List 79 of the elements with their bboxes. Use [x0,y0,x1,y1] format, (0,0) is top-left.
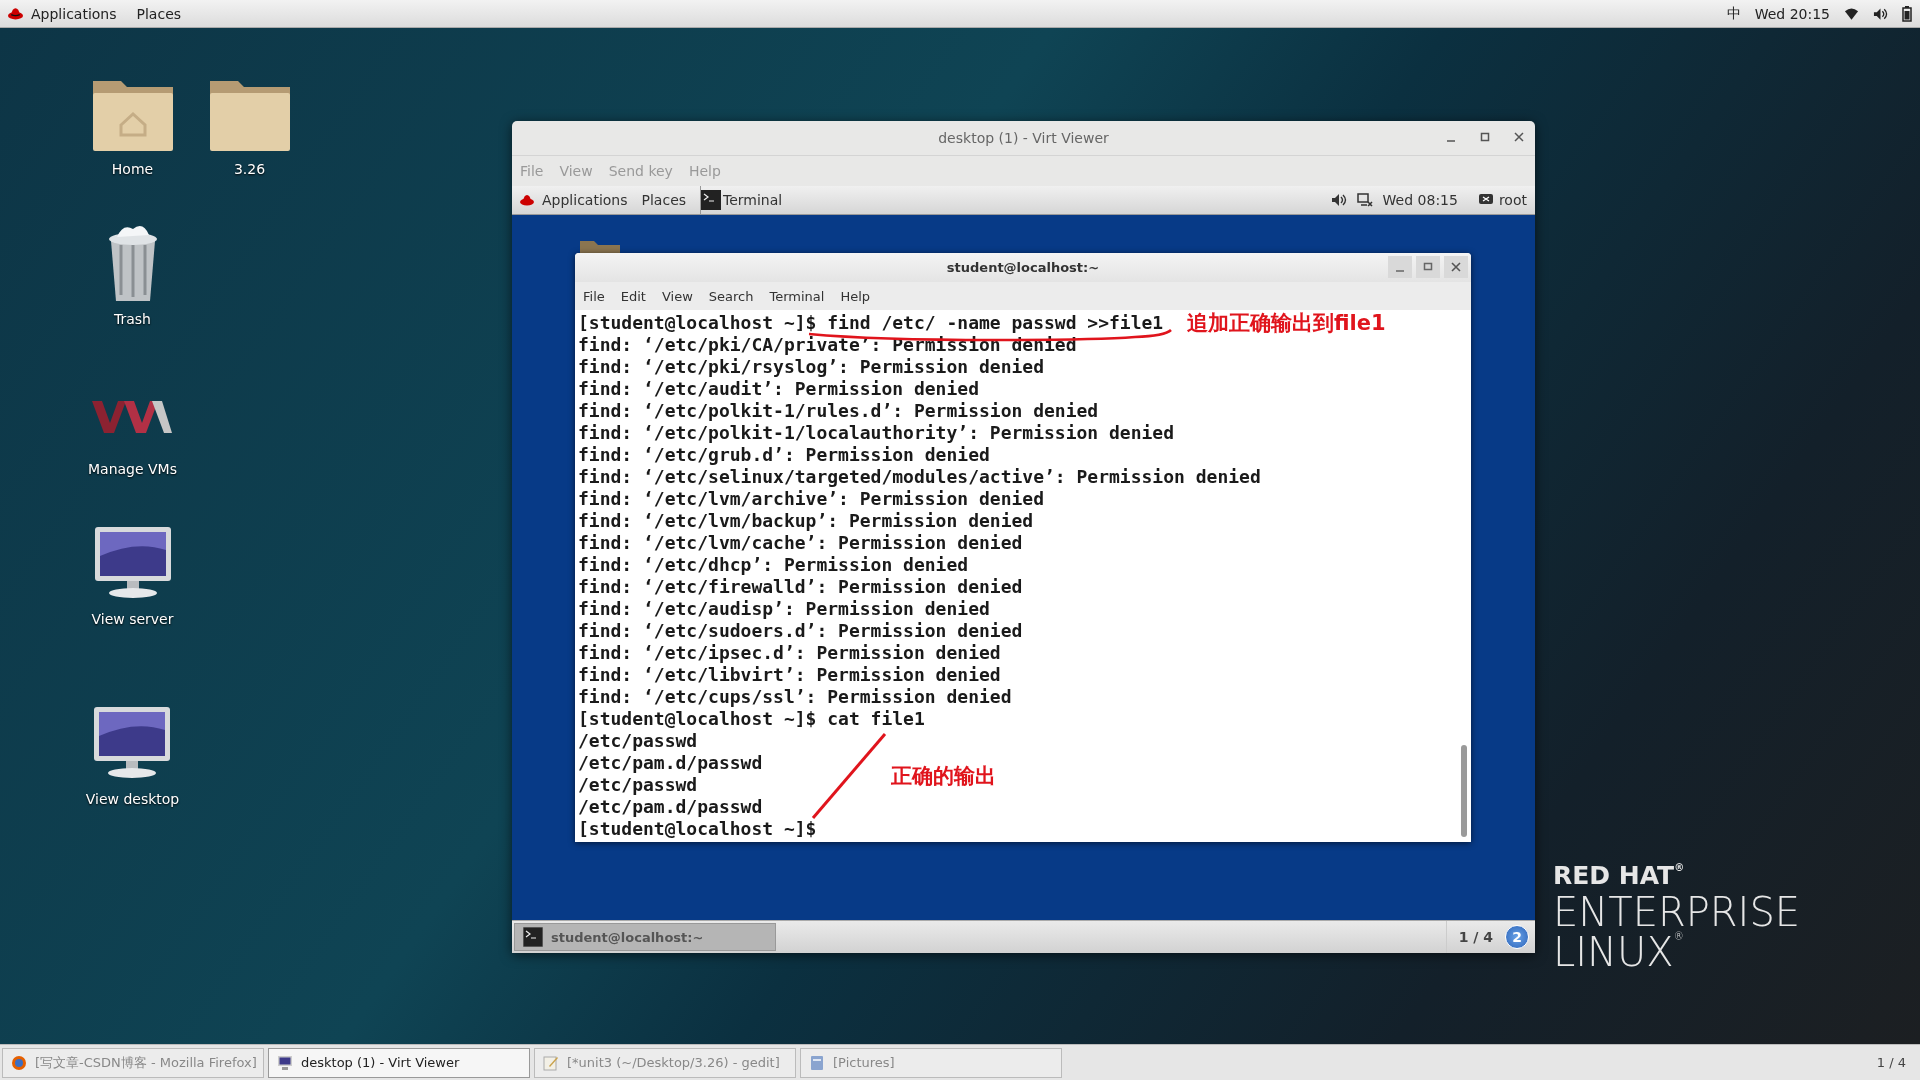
terminal-line: find: ‘/etc/libvirt’: Permission denied [578,664,1001,686]
network-icon[interactable] [1356,193,1373,207]
terminal-line: find: ‘/etc/lvm/backup’: Permission denied [578,510,1034,532]
annotation-text: 追加正确输出到file1 [1187,312,1386,334]
terminal-line: [student@localhost ~]$ cat file1 [578,708,925,730]
terminal-icon [523,927,543,947]
terminal-line: find: ‘/etc/lvm/cache’: Permission denied [578,532,1023,554]
menu-item[interactable]: Applications [542,192,628,208]
menu-item[interactable]: View [661,288,693,304]
window-title: student@localhost:~ [946,260,1100,275]
terminal-line: find: ‘/etc/audit’: Permission denied [578,378,979,400]
volume-icon[interactable] [1330,193,1347,207]
terminal-line: find: ‘/etc/sudoers.d’: Permission denied [578,620,1023,642]
terminal-line: find: ‘/etc/polkit-1/localauthority’: Permission denied [578,422,1175,444]
menu-item[interactable]: Help [840,288,871,304]
icon-label: Manage VMs [88,461,177,477]
terminal-icon [701,190,722,210]
maximize-icon[interactable] [1479,131,1491,143]
terminal-line: /etc/passwd [578,730,698,752]
terminal-line: [student@localhost ~]$ find /etc/ -name passwd >>file1 [578,312,1164,334]
close-icon[interactable] [1443,256,1469,278]
battery-icon[interactable] [1902,5,1912,22]
terminal-line: find: ‘/etc/audisp’: Permission denied [578,598,990,620]
icon-label: 3.26 [233,161,266,177]
terminal-line: find: ‘/etc/grub.d’: Permission denied [578,444,990,466]
window-title: desktop (1) - Virt Viewer [938,130,1109,146]
menu-item[interactable]: Edit [620,288,646,304]
browser-icon [11,1054,27,1071]
monitor-icon [277,1054,293,1071]
user-menu[interactable]: root [1477,192,1527,208]
menu-item[interactable]: Applications [31,5,117,22]
taskbar-item[interactable]: student@localhost:~ [514,923,776,951]
icon-label: Home [111,161,154,177]
workspace-indicator[interactable]: 1 / 4 [1862,1055,1920,1070]
maximize-icon[interactable] [1415,256,1441,278]
hat-icon [520,194,534,206]
minimize-icon[interactable] [1387,256,1413,278]
desktop-icon[interactable]: 3.26 [207,73,292,177]
terminal-line: find: ‘/etc/polkit-1/rules.d’: Permission denied [578,400,1099,422]
terminal-line: [student@localhost ~]$ [578,818,817,840]
icon-label: View server [91,611,174,627]
terminal-line: find: ‘/etc/lvm/archive’: Permission denied [578,488,1044,510]
menu-item[interactable]: Terminal [769,288,825,304]
annotation-text: 正确的输出 [891,765,996,787]
text-editor-icon [543,1054,559,1071]
desktop-icon[interactable]: Trash [90,223,175,327]
user-icon [1477,193,1494,207]
terminal-line: find: ‘/etc/selinux/targeted/modules/active’: Permission denied [578,466,1261,488]
taskbar-item[interactable]: desktop (1) - Virt Viewer [268,1047,530,1078]
menu-item[interactable]: File [583,288,605,304]
hat-icon [8,7,23,20]
menu-item[interactable]: Places [641,192,687,208]
scrollbar-thumb[interactable] [1461,745,1467,837]
close-icon[interactable] [1513,131,1525,143]
input-method-indicator[interactable]: 中 [1726,4,1741,23]
desktop-icon[interactable]: View server [90,523,175,627]
terminal-line: find: ‘/etc/firewalld’: Permission denied [578,576,1023,598]
icon-label: Trash [114,311,151,327]
menu-item[interactable]: Search [708,288,754,304]
clock[interactable]: Wed 20:15 [1754,5,1830,22]
terminal-line: find: ‘/etc/pki/rsyslog’: Permission denied [578,356,1044,378]
icon-label: View desktop [85,791,180,807]
terminal-line: /etc/passwd [578,774,698,796]
terminal-line: /etc/pam.d/passwd [578,752,763,774]
clock[interactable]: Wed 08:15 [1382,192,1458,208]
volume-icon[interactable] [1873,6,1888,21]
menu-item[interactable]: Places [136,5,182,22]
terminal-line: /etc/pam.d/passwd [578,796,763,818]
wifi-icon[interactable] [1844,6,1859,21]
file-manager-icon [809,1054,825,1071]
workspace-indicator[interactable]: 1 / 4 [1445,921,1505,953]
terminal-line: find: ‘/etc/dhcp’: Permission denied [578,554,969,576]
terminal-line: find: ‘/etc/ipsec.d’: Permission denied [578,642,1001,664]
app-menu[interactable]: Terminal [700,186,789,214]
desktop-icon[interactable]: Manage VMs [88,373,177,477]
product-logo: RED HAT$^{®}$ ENTERPRISE LINUX$^{®}$ [1553,863,1801,972]
terminal-line: find: ‘/etc/cups/ssl’: Permission denied [578,686,1012,708]
desktop-icon[interactable]: Home [90,73,175,177]
desktop-icon[interactable]: View desktop [85,703,180,807]
